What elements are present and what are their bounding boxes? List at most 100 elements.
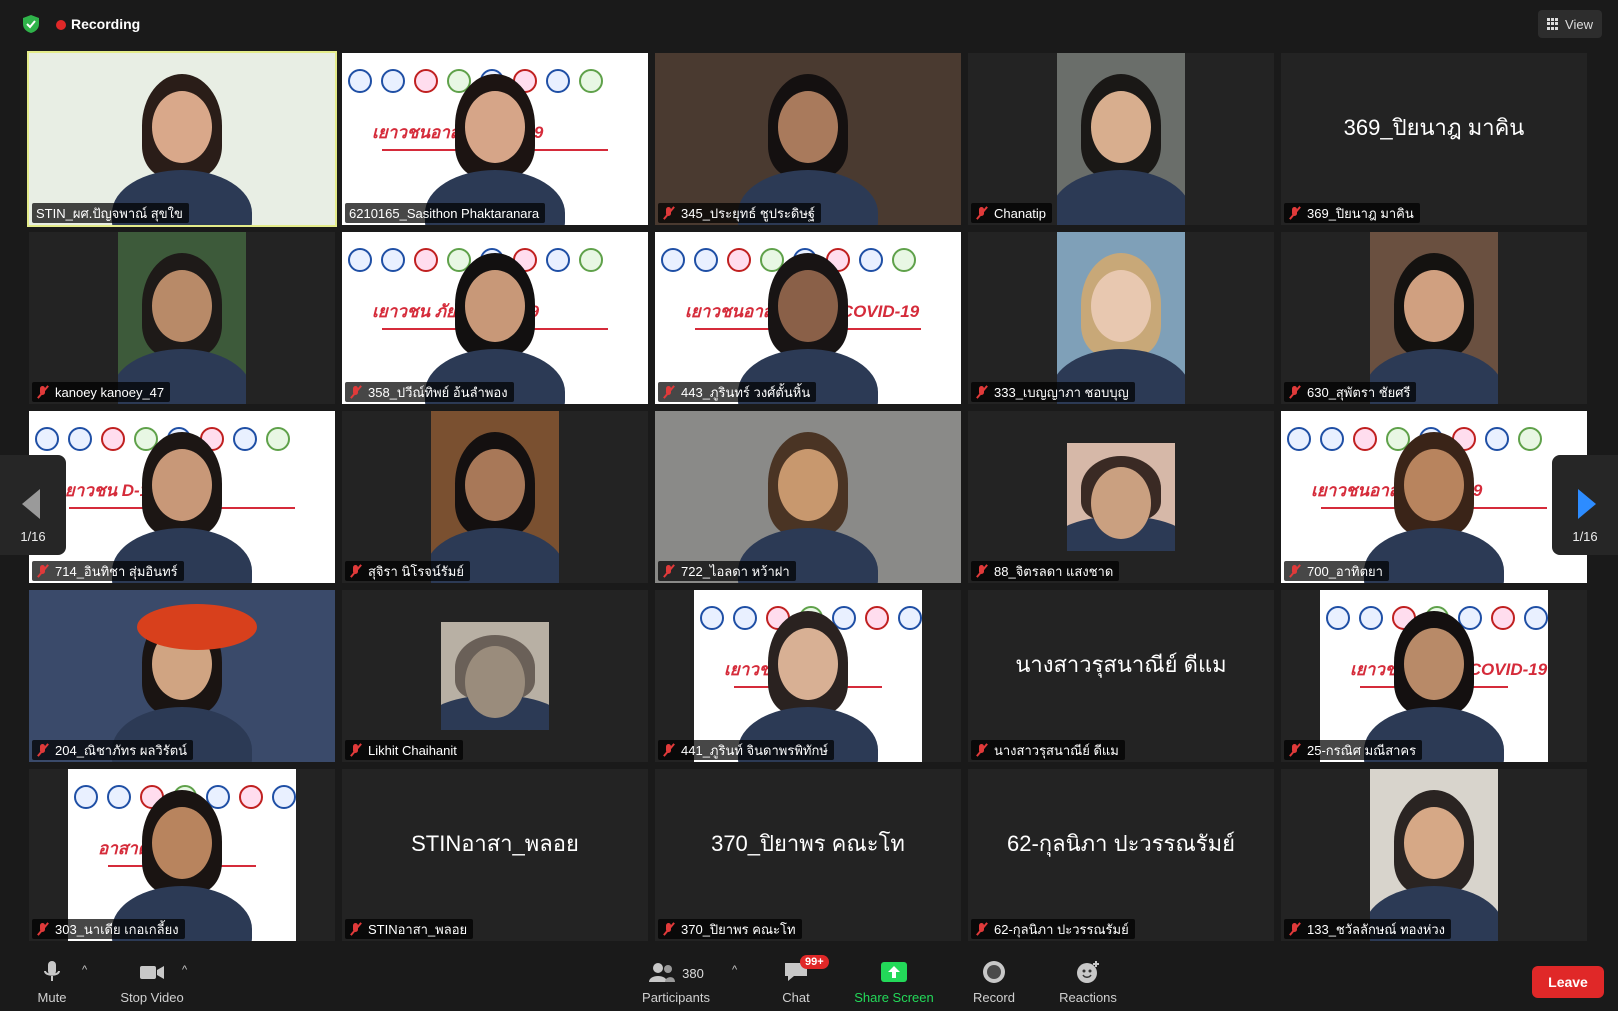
- participant-video: [431, 411, 559, 583]
- participant-name: 204_ณิชาภัทร ผลวิรัตน์: [55, 742, 188, 758]
- participant-tile[interactable]: 345_ประยุทธ์ ชูประดิษฐ์: [655, 53, 961, 225]
- participant-name: 370_ปิยาพร คณะโท: [681, 921, 796, 937]
- participant-name-label: 6210165_Sasithon Phaktaranara: [345, 203, 546, 223]
- participant-video: [1370, 769, 1498, 941]
- participant-tile[interactable]: Chanatip: [968, 53, 1274, 225]
- participant-tile[interactable]: 370_ปิยาพร คณะโท 370_ปิยาพร คณะโท: [655, 769, 961, 941]
- next-page-button[interactable]: 1/16: [1552, 455, 1618, 555]
- gallery-grid: STIN_ผศ.ปัญจพาณ์ สุขใขเยาวชนอาส COVID-19…: [27, 51, 1589, 943]
- participant-tile[interactable]: 204_ณิชาภัทร ผลวิรัตน์: [29, 590, 335, 762]
- participant-name-label: 62-กุลนิภา ปะวรรณรัมย์: [971, 919, 1135, 939]
- participant-name-label: STIN_ผศ.ปัญจพาณ์ สุขใข: [32, 203, 189, 223]
- participant-tile[interactable]: 88_จิตรลดา แสงชาด: [968, 411, 1274, 583]
- muted-microphone-icon: [349, 385, 363, 399]
- muted-microphone-icon: [36, 743, 50, 757]
- participant-video: [655, 411, 961, 583]
- participant-face: [152, 90, 212, 163]
- participant-face: [1091, 90, 1151, 163]
- participants-icon: [649, 963, 676, 982]
- reactions-button[interactable]: Reactions: [1052, 950, 1124, 1011]
- participants-label: Participants: [642, 990, 710, 1005]
- org-logo-icon: [1485, 427, 1509, 451]
- participant-video: [1370, 232, 1498, 404]
- video-options-caret-icon[interactable]: ^: [182, 964, 187, 976]
- mute-button[interactable]: Mute: [28, 950, 76, 1011]
- record-icon: [983, 961, 1005, 983]
- prev-page-button[interactable]: 1/16: [0, 455, 66, 555]
- participants-button[interactable]: 380 Participants: [634, 950, 718, 1011]
- participant-video: [29, 53, 335, 225]
- participant-video: [1057, 232, 1185, 404]
- muted-microphone-icon: [36, 564, 50, 578]
- participant-tile[interactable]: เยาวชนอาส COVID-196210165_Sasithon Phakt…: [342, 53, 648, 225]
- participant-tile[interactable]: kanoey kanoey_47: [29, 232, 335, 404]
- participant-face: [465, 645, 525, 718]
- audio-options-caret-icon[interactable]: ^: [82, 964, 87, 976]
- muted-microphone-icon: [1288, 743, 1302, 757]
- participant-tile[interactable]: 333_เบญญาภา ชอบบุญ: [968, 232, 1274, 404]
- participant-video: เยาวชนอาส COVID-19: [1281, 411, 1587, 583]
- participant-name: kanoey kanoey_47: [55, 384, 165, 400]
- participant-name-label: 369_ปิยนาฎ มาคิน: [1284, 203, 1420, 223]
- muted-microphone-icon: [349, 922, 363, 936]
- record-button[interactable]: Record: [968, 950, 1020, 1011]
- org-logo-icon: [1491, 606, 1515, 630]
- participant-name: Likhit Chaihanit: [368, 742, 457, 758]
- participant-name-label: 303_นาเดีย เกอเกลี้ยง: [32, 919, 185, 939]
- muted-microphone-icon: [1288, 385, 1302, 399]
- participant-name-label: STINอาสา_พลอย: [345, 919, 474, 939]
- participant-tile[interactable]: เยาวชนอาส COVID-19700_อาทิตยา: [1281, 411, 1587, 583]
- org-logo-icon: [1353, 427, 1377, 451]
- view-button[interactable]: View: [1538, 10, 1602, 38]
- participant-tile[interactable]: 722_ไอลดา หว้าฝา: [655, 411, 961, 583]
- participants-count: 380: [682, 965, 704, 981]
- chat-unread-badge: 99+: [800, 955, 829, 969]
- muted-microphone-icon: [36, 385, 50, 399]
- page-indicator-left: 1/16: [20, 529, 46, 544]
- org-logo-icon: [107, 785, 131, 809]
- participant-name: 722_ไอลดา หว้าฝา: [681, 563, 790, 579]
- muted-microphone-icon: [975, 206, 989, 220]
- participant-name: 700_อาทิตยา: [1307, 563, 1383, 579]
- participant-name: สุจิรา นิโรจน์รัมย์: [368, 563, 464, 579]
- left-arrow-icon: [22, 489, 40, 519]
- participant-name: 25-กรณิศ มณีสาคร: [1307, 742, 1417, 758]
- right-arrow-icon: [1578, 489, 1596, 519]
- participant-video: อาสาต้านภัย CO: [68, 769, 296, 941]
- participant-name: STINอาสา_พลอย: [368, 921, 468, 937]
- participant-tile[interactable]: อาสาต้านภัย CO303_นาเดีย เกอเกลี้ยง: [29, 769, 335, 941]
- participant-tile[interactable]: เยาวชนอาสา441_ภูรินท์ จินดาพรพิทักษ์: [655, 590, 961, 762]
- participant-tile[interactable]: Likhit Chaihanit: [342, 590, 648, 762]
- participant-tile[interactable]: เยาวชน D-19 714_อินทิชา สุ่มอินทร์: [29, 411, 335, 583]
- participant-tile[interactable]: เยาวชน ภัย COVID-19358_ปวีณ์ทิพย์ อ้นลำพ…: [342, 232, 648, 404]
- participant-tile[interactable]: 133_ชวัลลักษณ์ ทองห่วง: [1281, 769, 1587, 941]
- org-logo-icon: [272, 785, 296, 809]
- participant-video: [1067, 443, 1175, 551]
- org-logo-icon: [733, 606, 757, 630]
- participant-tile[interactable]: STIN_ผศ.ปัญจพาณ์ สุขใข: [27, 51, 337, 227]
- org-logo-icon: [381, 69, 405, 93]
- participant-name-label: 722_ไอลดา หว้าฝา: [658, 561, 796, 581]
- reactions-smiley-icon: [1077, 961, 1099, 983]
- stop-video-button[interactable]: Stop Video: [112, 950, 192, 1011]
- recording-indicator[interactable]: Recording: [56, 16, 140, 32]
- participant-tile[interactable]: 630_สุพัตรา ชัยศรี: [1281, 232, 1587, 404]
- participant-display-name: 370_ปิยาพร คณะโท: [711, 830, 905, 856]
- participant-tile[interactable]: 62-กุลนิภา ปะวรรณรัมย์ 62-กุลนิภา ปะวรรณร…: [968, 769, 1274, 941]
- participant-name: 369_ปิยนาฎ มาคิน: [1307, 205, 1414, 221]
- participant-tile[interactable]: เยาวชนอาสาต้านภัย COVID-19 443_ภูรินทร์ ว…: [655, 232, 961, 404]
- leave-button[interactable]: Leave: [1532, 966, 1604, 998]
- participant-name-label: 333_เบญญาภา ชอบบุญ: [971, 382, 1135, 402]
- participant-tile[interactable]: นางสาวรุสนาณีย์ ดีแม นางสาวรุสนาณีย์ ดีแม: [968, 590, 1274, 762]
- org-logo-icon: [68, 427, 92, 451]
- reactions-label: Reactions: [1059, 990, 1117, 1005]
- participant-tile[interactable]: เยาวชนอาส ภัย COVID-1925-กรณิศ มณีสาคร: [1281, 590, 1587, 762]
- muted-microphone-icon: [1288, 206, 1302, 220]
- participants-options-caret-icon[interactable]: ^: [732, 964, 737, 976]
- participant-tile[interactable]: STINอาสา_พลอย STINอาสา_พลอย: [342, 769, 648, 941]
- participant-tile[interactable]: สุจิรา นิโรจน์รัมย์: [342, 411, 648, 583]
- security-shield-icon[interactable]: [20, 13, 42, 35]
- share-screen-button[interactable]: Share Screen: [846, 950, 942, 1011]
- org-logo-icon: [898, 606, 922, 630]
- participant-tile[interactable]: 369_ปิยนาฎ มาคิน 369_ปิยนาฎ มาคิน: [1281, 53, 1587, 225]
